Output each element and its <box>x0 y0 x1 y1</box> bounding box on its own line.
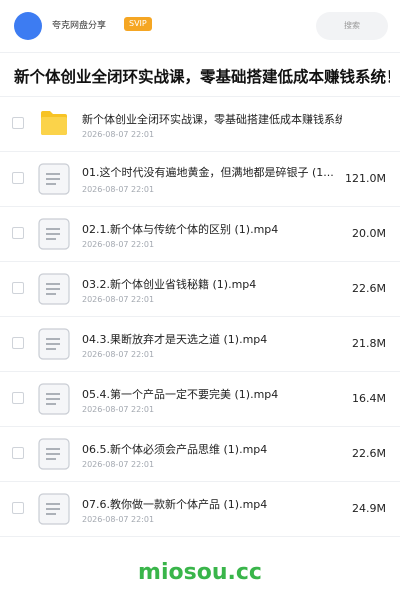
item-size: 16.4M <box>352 392 386 405</box>
item-size: 21.8M <box>352 337 386 350</box>
item-name: 02.1.新个体与传统个体的区别 (1).mp4 <box>82 223 279 236</box>
file-list: 新个体创业全闭环实战课，零基础搭建低成本赚钱系统 2026-08-07 22:0… <box>0 96 400 537</box>
item-size: 20.0M <box>352 227 386 240</box>
checkbox[interactable] <box>12 337 24 349</box>
list-item[interactable]: 03.2.新个体创业省钱秘籍 (1).mp4 2026-08-07 22:01 … <box>0 261 400 316</box>
checkbox[interactable] <box>12 172 24 184</box>
item-date: 2026-08-07 22:01 <box>82 350 155 359</box>
item-size: 121.0M <box>345 172 386 185</box>
checkbox[interactable] <box>12 392 24 404</box>
app-name: 夸克网盘分享 <box>52 21 107 31</box>
svip-badge: SVIP <box>124 17 152 31</box>
search-input[interactable]: 搜索 <box>316 12 388 40</box>
list-item[interactable]: 07.6.教你做一款新个体产品 (1).mp4 2026-08-07 22:01… <box>0 481 400 537</box>
list-item[interactable]: 新个体创业全闭环实战课，零基础搭建低成本赚钱系统 2026-08-07 22:0… <box>0 96 400 151</box>
item-name: 06.5.新个体必须会产品思维 (1).mp4 <box>82 443 268 456</box>
item-date: 2026-08-07 22:01 <box>82 460 155 469</box>
file-icon <box>38 383 70 415</box>
item-date: 2026-08-07 22:01 <box>82 515 155 524</box>
item-name: 03.2.新个体创业省钱秘籍 (1).mp4 <box>82 278 257 291</box>
item-date: 2026-08-07 22:01 <box>82 185 155 194</box>
checkbox[interactable] <box>12 117 24 129</box>
item-date: 2026-08-07 22:01 <box>82 240 155 249</box>
file-icon <box>38 493 70 525</box>
list-item[interactable]: 01.这个时代没有遍地黄金，但满地都是碎银子 (1... 2026-08-07 … <box>0 151 400 206</box>
item-size: 22.6M <box>352 282 386 295</box>
item-date: 2026-08-07 22:01 <box>82 130 155 139</box>
file-icon <box>38 218 70 250</box>
item-date: 2026-08-07 22:01 <box>82 405 155 414</box>
header: 夸克网盘分享 SVIP 搜索 <box>0 0 400 53</box>
avatar[interactable] <box>14 12 42 40</box>
list-item[interactable]: 02.1.新个体与传统个体的区别 (1).mp4 2026-08-07 22:0… <box>0 206 400 261</box>
item-date: 2026-08-07 22:01 <box>82 295 155 304</box>
checkbox[interactable] <box>12 227 24 239</box>
item-name: 05.4.第一个产品一定不要完美 (1).mp4 <box>82 388 279 401</box>
checkbox[interactable] <box>12 282 24 294</box>
file-icon <box>38 328 70 360</box>
checkbox[interactable] <box>12 502 24 514</box>
item-name: 04.3.果断放弃才是天选之道 (1).mp4 <box>82 333 268 346</box>
item-size: 22.6M <box>352 447 386 460</box>
file-icon <box>38 273 70 305</box>
folder-icon <box>41 111 67 135</box>
item-name: 07.6.教你做一款新个体产品 (1).mp4 <box>82 498 268 511</box>
page-title: 新个体创业全闭环实战课，零基础搭建低成本赚钱系统！ <box>14 68 390 86</box>
item-name: 新个体创业全闭环实战课，零基础搭建低成本赚钱系统 <box>82 113 342 126</box>
list-item[interactable]: 05.4.第一个产品一定不要完美 (1).mp4 2026-08-07 22:0… <box>0 371 400 426</box>
item-size: 24.9M <box>352 502 386 515</box>
list-item[interactable]: 06.5.新个体必须会产品思维 (1).mp4 2026-08-07 22:01… <box>0 426 400 481</box>
file-icon <box>38 163 70 195</box>
checkbox[interactable] <box>12 447 24 459</box>
watermark: miosou.cc <box>138 560 262 585</box>
file-icon <box>38 438 70 470</box>
list-item[interactable]: 04.3.果断放弃才是天选之道 (1).mp4 2026-08-07 22:01… <box>0 316 400 371</box>
